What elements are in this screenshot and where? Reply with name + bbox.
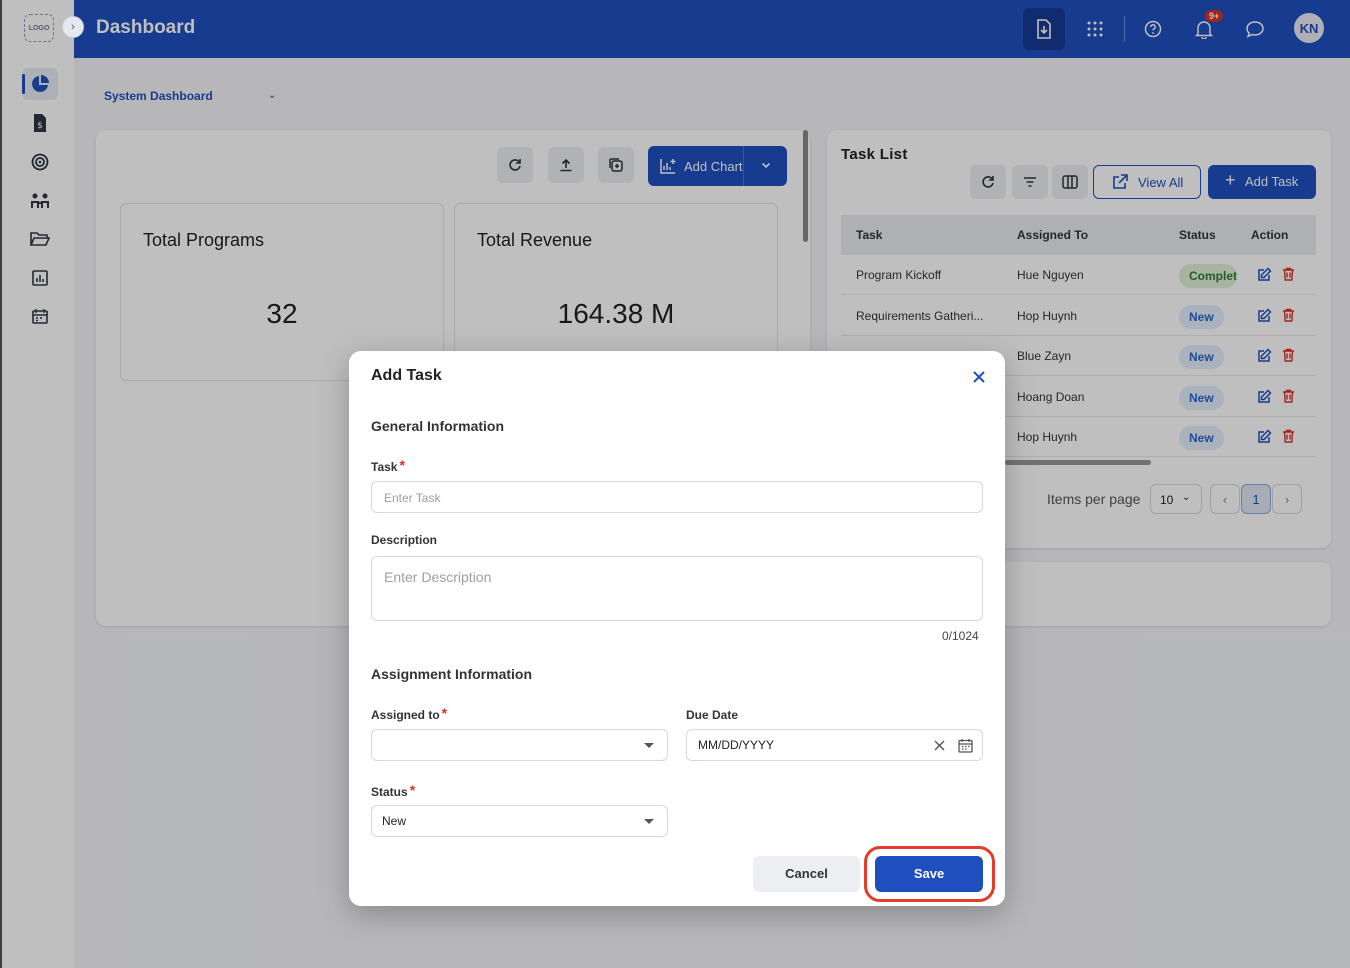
task-field-label: Task * <box>371 457 405 476</box>
assigned-to-select[interactable] <box>371 729 668 761</box>
character-counter: 0/1024 <box>942 629 979 643</box>
status-value: New <box>382 814 407 828</box>
close-icon[interactable] <box>969 367 989 387</box>
description-textarea[interactable]: Enter Description <box>371 556 983 621</box>
description-placeholder: Enter Description <box>384 569 492 585</box>
calendar-icon[interactable] <box>958 738 973 753</box>
dropdown-caret-icon <box>644 819 654 824</box>
assigned-field-label: Assigned to * <box>371 705 448 724</box>
task-label-text: Task <box>371 460 398 474</box>
status-field-label: Status * <box>371 782 416 801</box>
assigned-label-text: Assigned to <box>371 708 440 722</box>
due-date-placeholder: MM/DD/YYYY <box>698 738 775 752</box>
status-select[interactable]: New <box>371 805 668 837</box>
task-placeholder: Enter Task <box>384 491 441 505</box>
status-label-text: Status <box>371 785 408 799</box>
chevron-right-icon: › <box>71 21 75 33</box>
add-task-dialog: Add Task General Information Task * Enter… <box>349 351 1005 906</box>
task-input[interactable]: Enter Task <box>371 481 983 513</box>
sidebar-expand-button[interactable]: › <box>62 16 84 38</box>
description-label: Description <box>371 533 438 547</box>
clear-icon[interactable] <box>934 740 945 751</box>
due-date-label: Due Date <box>686 708 739 722</box>
dropdown-caret-icon <box>644 743 654 748</box>
required-marker: * <box>409 782 416 798</box>
dialog-title: Add Task <box>371 367 442 384</box>
save-button[interactable]: Save <box>875 856 983 892</box>
assignment-section-title: Assignment Information <box>371 666 533 682</box>
due-date-input[interactable]: MM/DD/YYYY <box>686 729 983 761</box>
cancel-button[interactable]: Cancel <box>753 856 860 892</box>
required-marker: * <box>399 457 405 473</box>
general-section-title: General Information <box>371 418 505 434</box>
required-marker: * <box>441 705 448 721</box>
